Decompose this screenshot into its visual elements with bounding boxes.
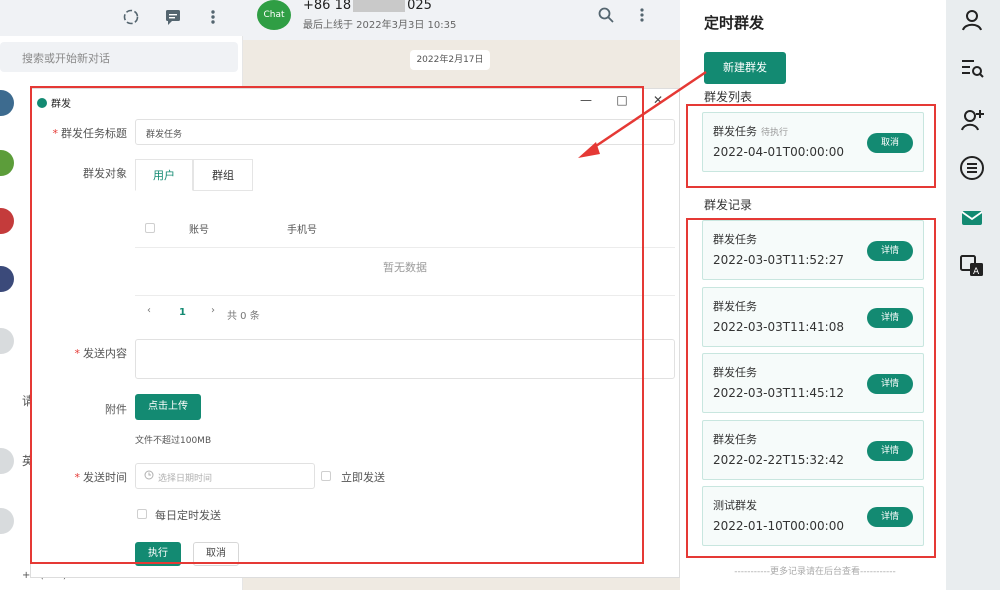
avatar[interactable] <box>0 90 14 116</box>
avatar[interactable] <box>0 266 14 292</box>
last-seen-text: 最后上线于 2022年3月3日 10:35 <box>303 20 457 31</box>
records-title: 群发记录 <box>704 198 753 212</box>
translate-icon[interactable]: A <box>958 252 986 280</box>
avatar-label: Chat <box>263 10 285 20</box>
chat-list-toolbar <box>0 0 243 36</box>
phone-suffix: 025 <box>407 0 432 13</box>
chat-contact-name: +86 18 025 <box>303 0 432 13</box>
chat-avatar[interactable]: Chat <box>257 0 291 30</box>
highlight-scheduled-list <box>686 104 936 188</box>
status-icon[interactable] <box>120 6 142 28</box>
list-icon[interactable] <box>958 154 986 182</box>
search-input[interactable]: 搜索或开始新对话 <box>0 42 238 72</box>
phone-prefix: +86 18 <box>303 0 352 13</box>
close-icon[interactable]: ✕ <box>649 91 667 109</box>
svg-text:A: A <box>973 267 980 277</box>
avatar[interactable] <box>0 150 14 176</box>
chat-menu-icon[interactable] <box>633 6 651 28</box>
date-divider: 2022年2月17日 <box>410 50 490 70</box>
mail-icon[interactable] <box>958 204 986 232</box>
new-broadcast-button[interactable]: 新建群发 <box>704 52 786 84</box>
avatar[interactable] <box>0 328 14 354</box>
avatar[interactable] <box>0 448 14 474</box>
avatar[interactable] <box>0 208 14 234</box>
more-records-note: -----------更多记录请在后台查看----------- <box>734 567 896 577</box>
panel-title: 定时群发 <box>704 14 765 32</box>
chat-header: Chat +86 18 025 最后上线于 2022年3月3日 10:35 <box>243 0 680 40</box>
add-user-icon[interactable] <box>958 106 986 134</box>
user-icon[interactable] <box>958 6 986 34</box>
redaction-mask <box>353 0 406 12</box>
list-title: 群发列表 <box>704 90 753 104</box>
avatar[interactable] <box>0 508 14 534</box>
search-list-icon[interactable] <box>958 54 986 82</box>
side-toolbar: A <box>946 0 1000 590</box>
search-icon[interactable] <box>597 6 615 28</box>
menu-icon[interactable] <box>202 6 224 28</box>
new-chat-icon[interactable] <box>162 6 184 28</box>
highlight-records <box>686 218 936 558</box>
highlight-dialog <box>30 86 644 564</box>
